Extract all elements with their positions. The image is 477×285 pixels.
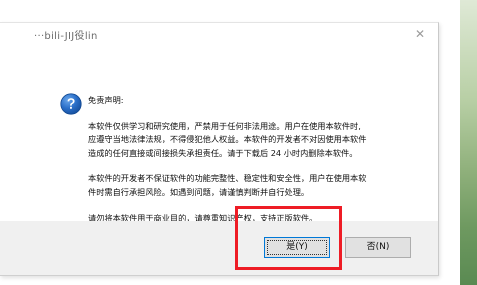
dialog-titlebar[interactable]: ···bili-JIJ役lin ✕ — [0, 23, 438, 47]
dialog-button-bar: 是(Y) 否(N) — [0, 221, 438, 275]
paragraph-1-line-1: 本软件仅供学习和研究使用，严禁用于任何非法用途。用户在使用本软件时, — [88, 120, 361, 131]
screenshot-page: ···bili-JIJ役lin ✕ 免责声明: 本软件仅供学习和研究使用，严禁用… — [0, 0, 477, 285]
paragraph-2-line-2: 件时需自行承担风险。如遇到问题，请谨慎判断并自行处理。 — [88, 186, 310, 197]
background-area — [440, 0, 460, 285]
desktop-background-strip — [460, 0, 477, 285]
disclaimer-message: 免责声明: 本软件仅供学习和研究使用，严禁用于任何非法用途。用户在使用本软件时,… — [88, 94, 428, 225]
yes-button[interactable]: 是(Y) — [264, 237, 330, 258]
dialog-content: 免责声明: 本软件仅供学习和研究使用，严禁用于任何非法用途。用户在使用本软件时,… — [0, 47, 438, 223]
close-icon[interactable]: ✕ — [412, 26, 428, 42]
dialog-title: ···bili-JIJ役lin — [34, 31, 98, 42]
paragraph-2-line-1: 本软件的开发者不保证软件的功能完整性、稳定性和安全性，用户在使用本软 — [88, 173, 367, 184]
paragraph-1-line-2: 应遵守当地法律法规，不得侵犯他人权益。本软件的开发者不对因使用本软件 — [88, 134, 367, 145]
question-icon — [60, 93, 82, 115]
no-button[interactable]: 否(N) — [345, 237, 411, 258]
disclaimer-heading: 免责声明: — [88, 95, 124, 105]
disclaimer-dialog: ···bili-JIJ役lin ✕ 免责声明: 本软件仅供学习和研究使用，严禁用… — [0, 22, 439, 276]
paragraph-1-line-3: 造成的任何直接或间接损失承担责任。请于下载后 24 小时内删除本软件。 — [88, 147, 358, 158]
